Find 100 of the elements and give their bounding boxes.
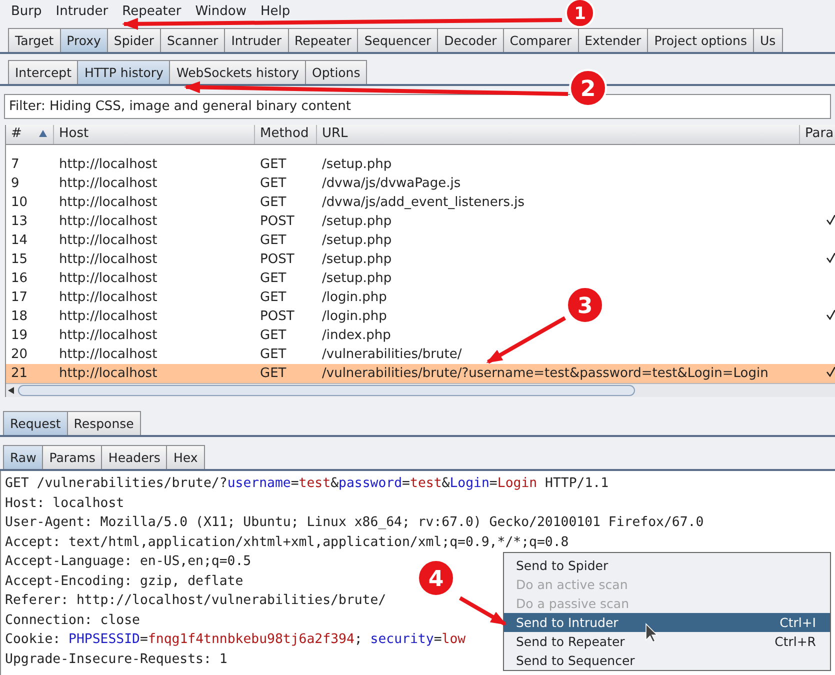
table-cell-text: /setup.php (321, 233, 393, 248)
tab[interactable]: Comparer (502, 28, 579, 52)
annotation-arrow (459, 596, 507, 626)
menu-item[interactable]: Help (254, 4, 298, 18)
menu-item[interactable]: Send to Intruder Ctrl+I (504, 613, 830, 632)
tab[interactable]: Hex (166, 445, 205, 469)
table-cell-text: http://localhost (58, 157, 158, 172)
request-line: Accept-Language: en-US,en;q=0.5 (5, 553, 252, 571)
table-cell-text: /login.php (321, 309, 388, 324)
menu-item[interactable]: Send to Repeater Ctrl+R (504, 632, 830, 651)
table-cell-text: /setup.php (321, 214, 393, 229)
table-cell-text: http://localhost (58, 214, 158, 229)
tab[interactable]: Spider (106, 28, 162, 52)
request-line: User-Agent: Mozilla/5.0 (X11; Ubuntu; Linux x86_64; rv:67.0) Gecko/20100101 Firefox/67.0 (5, 514, 704, 532)
sort-ascending-icon (39, 130, 47, 137)
table-cell-text: POST (259, 309, 296, 324)
tab[interactable]: Params (42, 445, 102, 469)
table-cell-text: 16 (10, 271, 29, 286)
left-arrow-icon[interactable] (8, 387, 14, 394)
tab[interactable]: Project options (647, 28, 754, 52)
table-cell-text: GET (259, 271, 288, 286)
table-cell-text: GET (259, 347, 288, 362)
table-cell-text: POST (259, 252, 296, 267)
table-cell-text: 10 (10, 195, 29, 210)
table-cell-text: http://localhost (58, 309, 158, 324)
table-cell-text: GET (259, 157, 288, 172)
request-line: Accept: text/html,application/xhtml+xml,application/xml;q=0.9,*/*;q=0.8 (5, 534, 569, 552)
table-cell-text: /setup.php (321, 157, 393, 172)
request-line: Host: localhost (5, 494, 124, 512)
tab[interactable]: Proxy (60, 28, 108, 52)
table-cell-text: GET (259, 176, 288, 191)
table-cell-text: 20 (10, 347, 29, 362)
tab[interactable]: Repeater (288, 28, 358, 52)
table-cell-text: http://localhost (58, 328, 158, 343)
tab[interactable]: Headers (101, 445, 168, 469)
table-cell-text: /dvwa/js/add_event_listeners.js (321, 195, 526, 210)
table-cell-text: /vulnerabilities/brute/?username=test&password=test&Login=Login (321, 366, 770, 381)
tab[interactable]: Response (66, 411, 141, 435)
table-cell-text: http://localhost (58, 252, 158, 267)
shortcut-label: Ctrl+I (780, 615, 816, 630)
column-header[interactable]: Host (54, 125, 255, 144)
table-cell-text: 9 (10, 176, 20, 191)
tab[interactable]: Intruder (224, 28, 289, 52)
horizontal-scrollbar[interactable] (6, 383, 835, 397)
table-cell-text: 17 (10, 290, 29, 305)
request-line: Referer: http://localhost/vulnerabilities/brute/ (5, 592, 386, 610)
table-cell-text: GET (259, 328, 288, 343)
tab[interactable]: Target (8, 28, 61, 52)
tab[interactable]: WebSockets history (169, 60, 306, 84)
tab[interactable]: Us (752, 28, 783, 52)
request-line: Connection: close (5, 612, 140, 630)
table-cell-text: /setup.php (321, 271, 393, 286)
tab[interactable]: Options (305, 60, 368, 84)
tab[interactable]: Scanner (160, 28, 226, 52)
table-cell-text: /setup.php (321, 252, 393, 267)
table-cell-text: 19 (10, 328, 29, 343)
table-cell-text: http://localhost (58, 195, 158, 210)
table-cell-text: 21 (10, 366, 29, 381)
table-cell-text: GET (259, 366, 288, 381)
tab[interactable]: Decoder (437, 28, 504, 52)
request-line: Upgrade-Insecure-Requests: 1 (5, 650, 228, 668)
mouse-pointer-icon (646, 623, 658, 643)
menu-item[interactable]: Window (188, 4, 254, 18)
table-cell-text: http://localhost (58, 271, 158, 286)
tab[interactable]: Extender (578, 28, 648, 52)
request-line: Cookie: PHPSESSID=fnqg1f4tnnbkebu98tj6a2f394; security=low (5, 631, 466, 649)
table-cell-text: /vulnerabilities/brute/ (321, 347, 463, 362)
tab[interactable]: Sequencer (357, 28, 438, 52)
menu-item[interactable]: Send to Sequencer (504, 651, 830, 670)
menu-item[interactable]: Send to Spider (504, 556, 830, 575)
table-cell-text: 15 (10, 252, 29, 267)
request-line: GET /vulnerabilities/brute/?username=test&password=test&Login=Login HTTP/1.1 (5, 475, 609, 493)
column-header[interactable]: Para (800, 125, 835, 144)
table-cell-text: http://localhost (58, 233, 158, 248)
step-badge: 3 (566, 286, 604, 324)
step-badge: 1 (565, 0, 595, 28)
table-cell-text: http://localhost (58, 176, 158, 191)
selected-history-row[interactable]: 21 http://localhost GET /vulnerabilities/brute/?username=test&password=test&Login=Login (6, 364, 835, 383)
step-badge: 2 (569, 69, 607, 107)
table-cell-text: 18 (10, 309, 29, 324)
table-cell-text: GET (259, 195, 288, 210)
column-header[interactable]: URL (317, 125, 800, 144)
table-cell-text: 14 (10, 233, 29, 248)
table-cell-text: http://localhost (58, 347, 158, 362)
table-cell-text: POST (259, 214, 296, 229)
menu-item[interactable]: Intruder (48, 4, 116, 18)
step-badge: 4 (417, 559, 455, 597)
menu-item[interactable]: Burp (4, 4, 49, 18)
tab[interactable]: Intercept (8, 60, 78, 84)
tab[interactable]: Raw (3, 445, 44, 469)
tab[interactable]: Request (3, 411, 68, 435)
column-header[interactable]: Method (255, 125, 317, 144)
table-cell-text: GET (259, 233, 288, 248)
table-cell-text: /index.php (321, 328, 392, 343)
table-cell-text: GET (259, 290, 288, 305)
tab[interactable]: HTTP history (77, 60, 170, 84)
table-cell-text: 13 (10, 214, 29, 229)
menu-item[interactable]: Repeater (115, 4, 188, 18)
table-cell-text: /dvwa/js/dvwaPage.js (321, 176, 462, 191)
column-header[interactable]: # (6, 125, 54, 144)
